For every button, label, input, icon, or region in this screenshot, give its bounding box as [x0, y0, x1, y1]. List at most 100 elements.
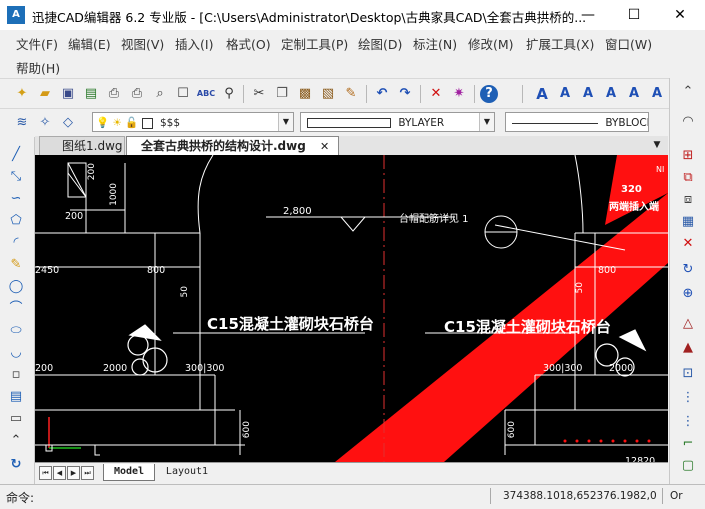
text-scale-icon[interactable]: A	[624, 84, 644, 104]
last-tab-icon[interactable]: ⏭	[81, 466, 94, 480]
single-line-text-icon[interactable]: A	[555, 84, 575, 104]
menu-window[interactable]: 窗口(W)	[605, 34, 652, 53]
find-icon[interactable]: ⚲	[219, 84, 239, 104]
layer-dropdown[interactable]: 💡 ☀ 🔓 $$$ ▼	[92, 112, 294, 132]
ellipse-icon[interactable]: ⬭	[6, 321, 26, 341]
linetype-dropdown[interactable]: BYLAYER ▼	[300, 112, 495, 132]
lineweight-dropdown[interactable]: BYBLOCK	[505, 112, 649, 132]
offset-icon[interactable]: ▦	[678, 212, 698, 232]
fillet-icon[interactable]: ▢	[678, 456, 698, 476]
copy-object-icon[interactable]: ⧉	[678, 168, 698, 188]
region-icon[interactable]: ▭	[6, 409, 26, 429]
menu-format[interactable]: 格式(O)	[226, 34, 271, 53]
polygon-icon[interactable]: ⬠	[6, 211, 26, 231]
move-icon[interactable]: ⊕	[678, 284, 698, 304]
rotate-icon[interactable]: ↻	[678, 260, 698, 280]
minimize-button[interactable]: —	[565, 0, 611, 30]
title-bar: A 迅捷CAD编辑器 6.2 专业版 - [C:\Users\Administr…	[0, 0, 705, 30]
delete-object-icon[interactable]: ✕	[678, 234, 698, 254]
menu-extended-tools[interactable]: 扩展工具(X)	[526, 34, 594, 53]
menu-file[interactable]: 文件(F)	[16, 34, 58, 53]
chevron-up-icon[interactable]: ⌃	[678, 82, 698, 102]
break-icon[interactable]: ⋮	[678, 412, 698, 432]
menu-dimension[interactable]: 标注(N)	[413, 34, 457, 53]
next-tab-icon[interactable]: ▶	[67, 466, 80, 480]
save-icon[interactable]: ▣	[58, 84, 78, 104]
redo-icon[interactable]: ↷	[395, 84, 415, 104]
text-style-icon[interactable]: A	[532, 84, 552, 104]
erase-icon[interactable]: ⊞	[678, 146, 698, 166]
tab-close-icon[interactable]: ✕	[320, 137, 329, 156]
line-icon[interactable]: ╱	[6, 145, 26, 165]
undo-icon[interactable]: ↶	[372, 84, 392, 104]
layer-name: $$$	[159, 117, 180, 129]
chamfer-icon[interactable]: ⌐	[678, 434, 698, 454]
print-preview-icon[interactable]: ⌕	[150, 84, 170, 104]
help-icon[interactable]: ?	[480, 85, 498, 103]
circle-icon[interactable]: ◯	[6, 277, 26, 297]
menu-insert[interactable]: 插入(I)	[175, 34, 213, 53]
left-abutment	[35, 155, 383, 456]
text-fill-icon[interactable]: A	[578, 84, 598, 104]
polyline-icon[interactable]: ∽	[6, 189, 26, 209]
maximize-button[interactable]: ☐	[611, 0, 657, 30]
hatch-icon[interactable]: ▤	[6, 387, 26, 407]
point-icon[interactable]: ▫	[6, 365, 26, 385]
menu-custom-tools[interactable]: 定制工具(P)	[281, 34, 348, 53]
arc-icon[interactable]: ◜	[6, 233, 26, 253]
save-as-icon[interactable]: ▤	[81, 84, 101, 104]
tab-drawing1[interactable]: 图纸1.dwg	[39, 136, 125, 155]
app-icon[interactable]: A	[7, 6, 25, 24]
text-justify-icon[interactable]: A	[647, 84, 667, 104]
copy-icon[interactable]: ❐	[272, 84, 292, 104]
first-tab-icon[interactable]: ⏮	[39, 466, 52, 480]
paste-special-icon[interactable]: ▧	[318, 84, 338, 104]
ortho-toggle[interactable]: Or	[670, 490, 683, 502]
open-folder-icon[interactable]: ▰	[35, 84, 55, 104]
stretch-icon[interactable]: △	[678, 314, 698, 334]
wipeout-icon[interactable]: ⌃	[6, 431, 26, 451]
redraw-icon[interactable]: ↻	[6, 455, 26, 475]
trim-icon[interactable]: ⊡	[678, 364, 698, 384]
paste-icon[interactable]: ▩	[295, 84, 315, 104]
dim-text: 800	[147, 265, 166, 276]
construction-line-icon[interactable]: ⤡	[6, 167, 26, 187]
close-button[interactable]: ✕	[657, 0, 703, 30]
menu-help[interactable]: 帮助(H)	[16, 58, 60, 77]
cut-icon[interactable]: ✂	[249, 84, 269, 104]
explode-icon[interactable]: ✷	[449, 84, 469, 104]
label-text: C15混凝土灌砌块石桥台	[444, 318, 611, 336]
layer-state-icon[interactable]: ✧	[35, 113, 55, 133]
snap-icon[interactable]: ◠	[678, 112, 698, 132]
new-file-icon[interactable]: ✦	[12, 84, 32, 104]
coordinates-readout: 374388.1018,652376.1982,0	[503, 490, 657, 502]
spline-icon[interactable]: ✎	[6, 255, 26, 275]
page-setup-icon[interactable]: ☐	[173, 84, 193, 104]
ellipse-arc-icon[interactable]: ◡	[6, 343, 26, 363]
delete-icon[interactable]: ✕	[426, 84, 446, 104]
tab-bridge-design[interactable]: 全套古典拱桥的结构设计.dwg ✕	[126, 136, 339, 155]
print-icon[interactable]: ⎙	[104, 84, 124, 104]
revcloud-icon[interactable]: ⌒	[6, 299, 26, 319]
layers-icon[interactable]: ≋	[12, 113, 32, 133]
menu-edit[interactable]: 编辑(E)	[68, 34, 111, 53]
plot-icon[interactable]: ⎙	[127, 84, 147, 104]
spellcheck-icon[interactable]: ABC	[196, 84, 216, 104]
menu-view[interactable]: 视图(V)	[121, 34, 164, 53]
modify-toolbar: ⌃ ◠ ⊞ ⧉ ⧈ ▦ ✕ ↻ ⊕ △ ▲ ⊡ ⋮ ⋮ ⌐ ▢	[669, 78, 705, 484]
extend-icon[interactable]: ⋮	[678, 388, 698, 408]
layer-previous-icon[interactable]: ◇	[58, 113, 78, 133]
match-properties-icon[interactable]: ✎	[341, 84, 361, 104]
chevron-down-icon: ▼	[278, 113, 293, 131]
tab-model[interactable]: Model	[103, 464, 155, 481]
drawing-canvas[interactable]: 200 1000 200 2,800 台帽配筋详见 1 2450 800 800…	[35, 155, 668, 462]
dim-text: 300|300	[543, 363, 583, 374]
mirror-icon[interactable]: ⧈	[678, 190, 698, 210]
edit-text-icon[interactable]: A	[601, 84, 621, 104]
tab-menu-arrow-icon[interactable]: ▼	[649, 136, 665, 155]
prev-tab-icon[interactable]: ◀	[53, 466, 66, 480]
scale-icon[interactable]: ▲	[678, 338, 698, 358]
tab-layout1[interactable]: Layout1	[157, 464, 217, 480]
menu-modify[interactable]: 修改(M)	[468, 34, 514, 53]
menu-draw[interactable]: 绘图(D)	[358, 34, 402, 53]
